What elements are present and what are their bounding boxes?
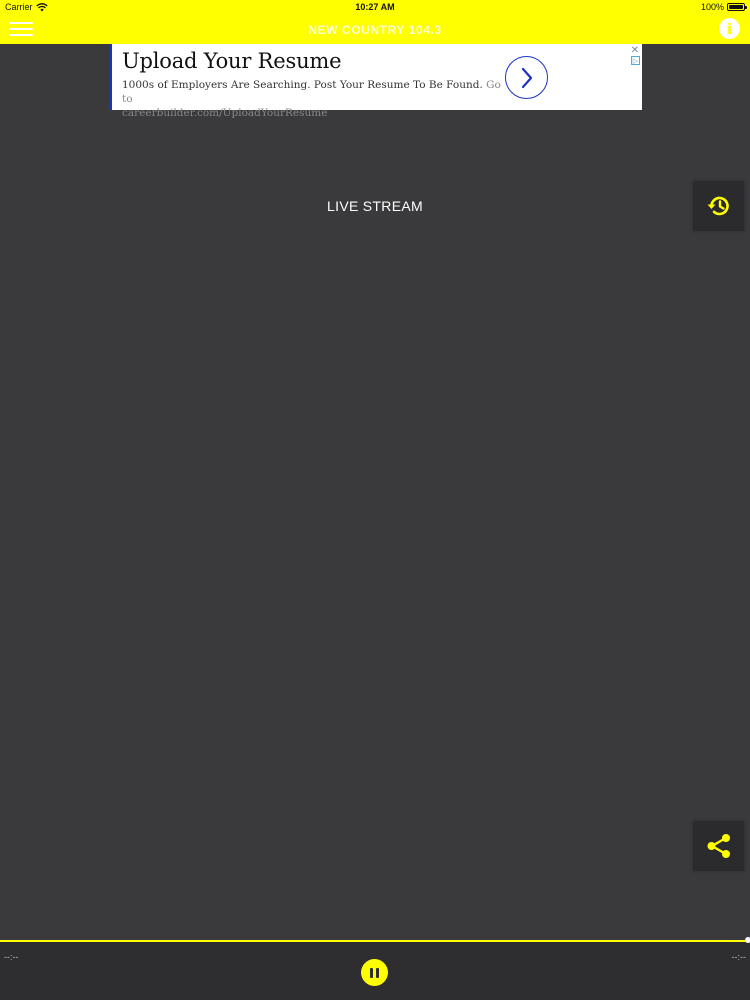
remaining-time: --:--	[731, 952, 747, 962]
status-time: 10:27 AM	[355, 2, 395, 12]
history-icon	[707, 196, 729, 216]
ad-banner[interactable]: Upload Your Resume 1000s of Employers Ar…	[109, 44, 642, 119]
station-title: NEW COUNTRY 104.3	[308, 23, 442, 37]
history-button[interactable]	[693, 181, 744, 231]
ad-title: Upload Your Resume	[122, 49, 342, 73]
battery-percent: 100%	[700, 2, 724, 12]
pause-icon	[369, 967, 381, 978]
ad-close-button[interactable]: ✕	[631, 45, 639, 56]
pause-button[interactable]	[361, 959, 388, 986]
status-bar: Carrier 10:27 AM 100%	[0, 0, 750, 15]
ad-description: 1000s of Employers Are Searching. Post Y…	[122, 79, 483, 91]
ad-url: careerbuilder.com/UploadYourResume	[122, 107, 328, 119]
info-button[interactable]: i	[719, 18, 740, 39]
share-icon	[707, 834, 730, 858]
progress-knob[interactable]	[745, 937, 750, 943]
chevron-right-icon	[521, 67, 532, 88]
ad-choices-icon[interactable]: ▷	[631, 56, 640, 65]
battery-icon	[727, 3, 747, 11]
ad-open-button[interactable]	[505, 56, 548, 99]
progress-bar[interactable]	[0, 937, 750, 943]
ad-body: 1000s of Employers Are Searching. Post Y…	[122, 78, 502, 120]
top-bar: Carrier 10:27 AM 100% NEW COUNTRY 104.3 …	[0, 0, 750, 44]
nav-bar: NEW COUNTRY 104.3 i	[0, 15, 750, 44]
share-button[interactable]	[693, 821, 744, 871]
info-icon: i	[726, 19, 733, 38]
elapsed-time: --:--	[4, 952, 19, 962]
player-bar: --:-- --:--	[0, 937, 750, 1000]
live-stream-label: LIVE STREAM	[327, 198, 423, 214]
